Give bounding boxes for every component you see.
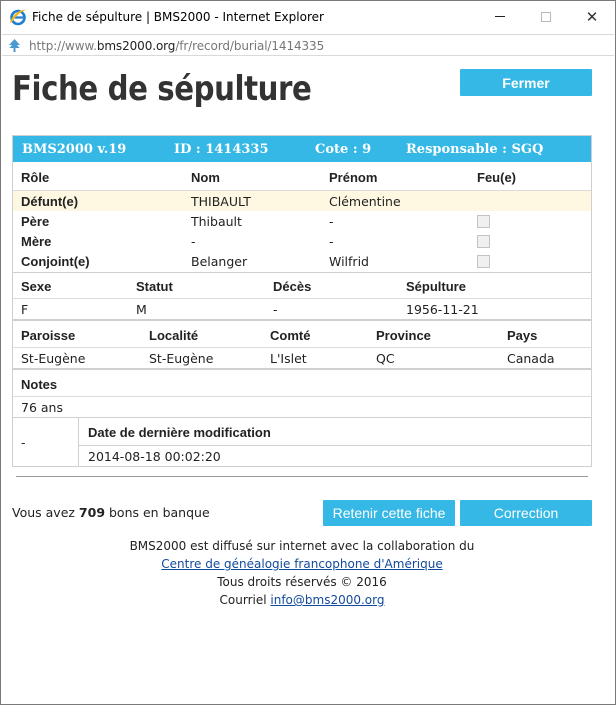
details-header-row: Sexe Statut Décès Sépulture xyxy=(13,273,591,299)
footer-rights: Tous droits réservés © 2016 xyxy=(217,575,387,589)
column-header: Prénom xyxy=(329,170,378,185)
column-header: Province xyxy=(376,328,431,343)
correction-button[interactable]: Correction xyxy=(460,500,592,526)
record-responsable: Responsable : SGQ xyxy=(406,142,544,157)
place-comte: L'Islet xyxy=(270,351,307,366)
retain-record-button[interactable]: Retenir cette fiche xyxy=(323,500,455,526)
column-header: Sexe xyxy=(21,279,52,294)
record-cote: Cote : 9 xyxy=(315,142,372,157)
footer: BMS2000 est diffusé sur internet avec la… xyxy=(2,537,602,609)
column-header: Décès xyxy=(273,279,312,294)
internet-explorer-icon xyxy=(10,9,26,26)
bank-balance: Vous avez 709 bons en banque xyxy=(12,505,210,520)
column-header: Localité xyxy=(149,328,199,343)
close-icon: ✕ xyxy=(585,7,599,26)
place-header-row: Paroisse Localité Comté Province Pays xyxy=(13,321,591,348)
detail-statut: M xyxy=(136,302,147,317)
address-url[interactable]: http://www.bms2000.org/fr/record/burial/… xyxy=(29,39,324,53)
detail-sepulture: 1956-11-21 xyxy=(406,302,479,317)
address-prefix: http://www. xyxy=(29,39,97,53)
record-version: BMS2000 v.19 xyxy=(22,142,127,157)
person-role: Père xyxy=(21,214,50,229)
modification-date: 2014-08-18 00:02:20 xyxy=(88,449,221,464)
person-row-pere: Père Thibault - xyxy=(13,211,591,231)
site-tree-icon xyxy=(9,39,20,52)
details-row: F M - 1956-11-21 xyxy=(13,299,591,319)
modification-label: Date de dernière modification xyxy=(88,425,271,440)
deceased-checkbox[interactable] xyxy=(477,255,490,268)
bank-count: 709 xyxy=(78,505,106,520)
person-role: Mère xyxy=(21,234,52,249)
burial-record: BMS2000 v.19 ID : 1414335 Cote : 9 Respo… xyxy=(12,135,592,467)
close-window-button[interactable]: ✕ xyxy=(569,1,615,32)
modification-left-value: - xyxy=(21,435,26,450)
column-header: Paroisse xyxy=(21,328,76,343)
modification-label-cell: Date de dernière modification xyxy=(79,418,591,446)
person-prenom: Wilfrid xyxy=(329,254,369,269)
page-content: Fiche de sépulture Fermer BMS2000 v.19 I… xyxy=(2,57,614,704)
place-row: St-Eugène St-Eugène L'Islet QC Canada xyxy=(13,348,591,368)
record-id: ID : 1414335 xyxy=(174,142,269,157)
persons-header-row: Rôle Nom Prénom Feu(e) xyxy=(13,162,591,191)
column-header: Rôle xyxy=(21,170,50,185)
bank-suffix: bons en banque xyxy=(105,505,210,520)
place-pays: Canada xyxy=(507,351,555,366)
minimize-icon xyxy=(495,16,505,17)
maximize-icon xyxy=(541,11,551,22)
address-domain: bms2000.org xyxy=(96,39,176,53)
person-nom: Thibault xyxy=(191,214,242,229)
notes-row: 76 ans xyxy=(13,397,591,417)
mail-prefix: Courriel xyxy=(219,593,271,607)
address-bar[interactable]: http://www.bms2000.org/fr/record/burial/… xyxy=(2,34,614,56)
person-nom: THIBAULT xyxy=(191,194,251,209)
address-path: /fr/record/burial/1414335 xyxy=(175,39,325,53)
notes-label: Notes xyxy=(21,377,58,392)
person-role: Conjoint(e) xyxy=(21,254,90,269)
person-prenom: - xyxy=(329,234,334,249)
close-button[interactable]: Fermer xyxy=(460,69,592,96)
person-role: Défunt(e) xyxy=(21,194,79,209)
column-header: Comté xyxy=(270,328,311,343)
notes-value: 76 ans xyxy=(21,400,63,415)
footer-collaboration: BMS2000 est diffusé sur internet avec la… xyxy=(129,539,475,553)
window-title: Fiche de sépulture | BMS2000 - Internet … xyxy=(32,10,324,24)
column-header: Sépulture xyxy=(406,279,466,294)
deceased-checkbox[interactable] xyxy=(477,215,490,228)
footer-contact: Courriel info@bms2000.org xyxy=(2,591,602,609)
email-link[interactable]: info@bms2000.org xyxy=(270,593,384,607)
place-paroisse: St-Eugène xyxy=(21,351,86,366)
detail-sexe: F xyxy=(21,302,29,317)
browser-window: Fiche de sépulture | BMS2000 - Internet … xyxy=(0,0,616,705)
column-header: Feu(e) xyxy=(477,170,516,185)
detail-deces: - xyxy=(273,302,278,317)
person-nom: Belanger xyxy=(191,254,248,269)
person-row-mere: Mère - - xyxy=(13,231,591,251)
place-province: QC xyxy=(376,351,395,366)
person-nom: - xyxy=(191,234,196,249)
cgfa-link[interactable]: Centre de généalogie francophone d'Améri… xyxy=(161,557,442,571)
title-bar: Fiche de sépulture | BMS2000 - Internet … xyxy=(1,1,615,32)
place-localite: St-Eugène xyxy=(149,351,214,366)
bank-prefix: Vous avez xyxy=(12,505,79,520)
person-prenom: - xyxy=(329,214,334,229)
notes-header-row: Notes xyxy=(13,370,591,397)
person-row-defunt: Défunt(e) THIBAULT Clémentine xyxy=(13,191,591,211)
column-header: Pays xyxy=(507,328,538,343)
maximize-button[interactable] xyxy=(523,1,569,32)
person-prenom: Clémentine xyxy=(329,194,401,209)
modification-left-cell: - xyxy=(13,418,79,466)
page-title: Fiche de sépulture xyxy=(12,69,312,109)
modification-value-cell: 2014-08-18 00:02:20 xyxy=(79,446,591,466)
column-header: Nom xyxy=(191,170,220,185)
column-header: Statut xyxy=(136,279,173,294)
modification-row: - Date de dernière modification 2014-08-… xyxy=(13,417,591,466)
deceased-checkbox[interactable] xyxy=(477,235,490,248)
minimize-button[interactable] xyxy=(477,1,523,32)
record-header: BMS2000 v.19 ID : 1414335 Cote : 9 Respo… xyxy=(13,136,591,162)
person-row-conjoint: Conjoint(e) Belanger Wilfrid xyxy=(13,251,591,272)
horizontal-rule xyxy=(16,476,588,477)
